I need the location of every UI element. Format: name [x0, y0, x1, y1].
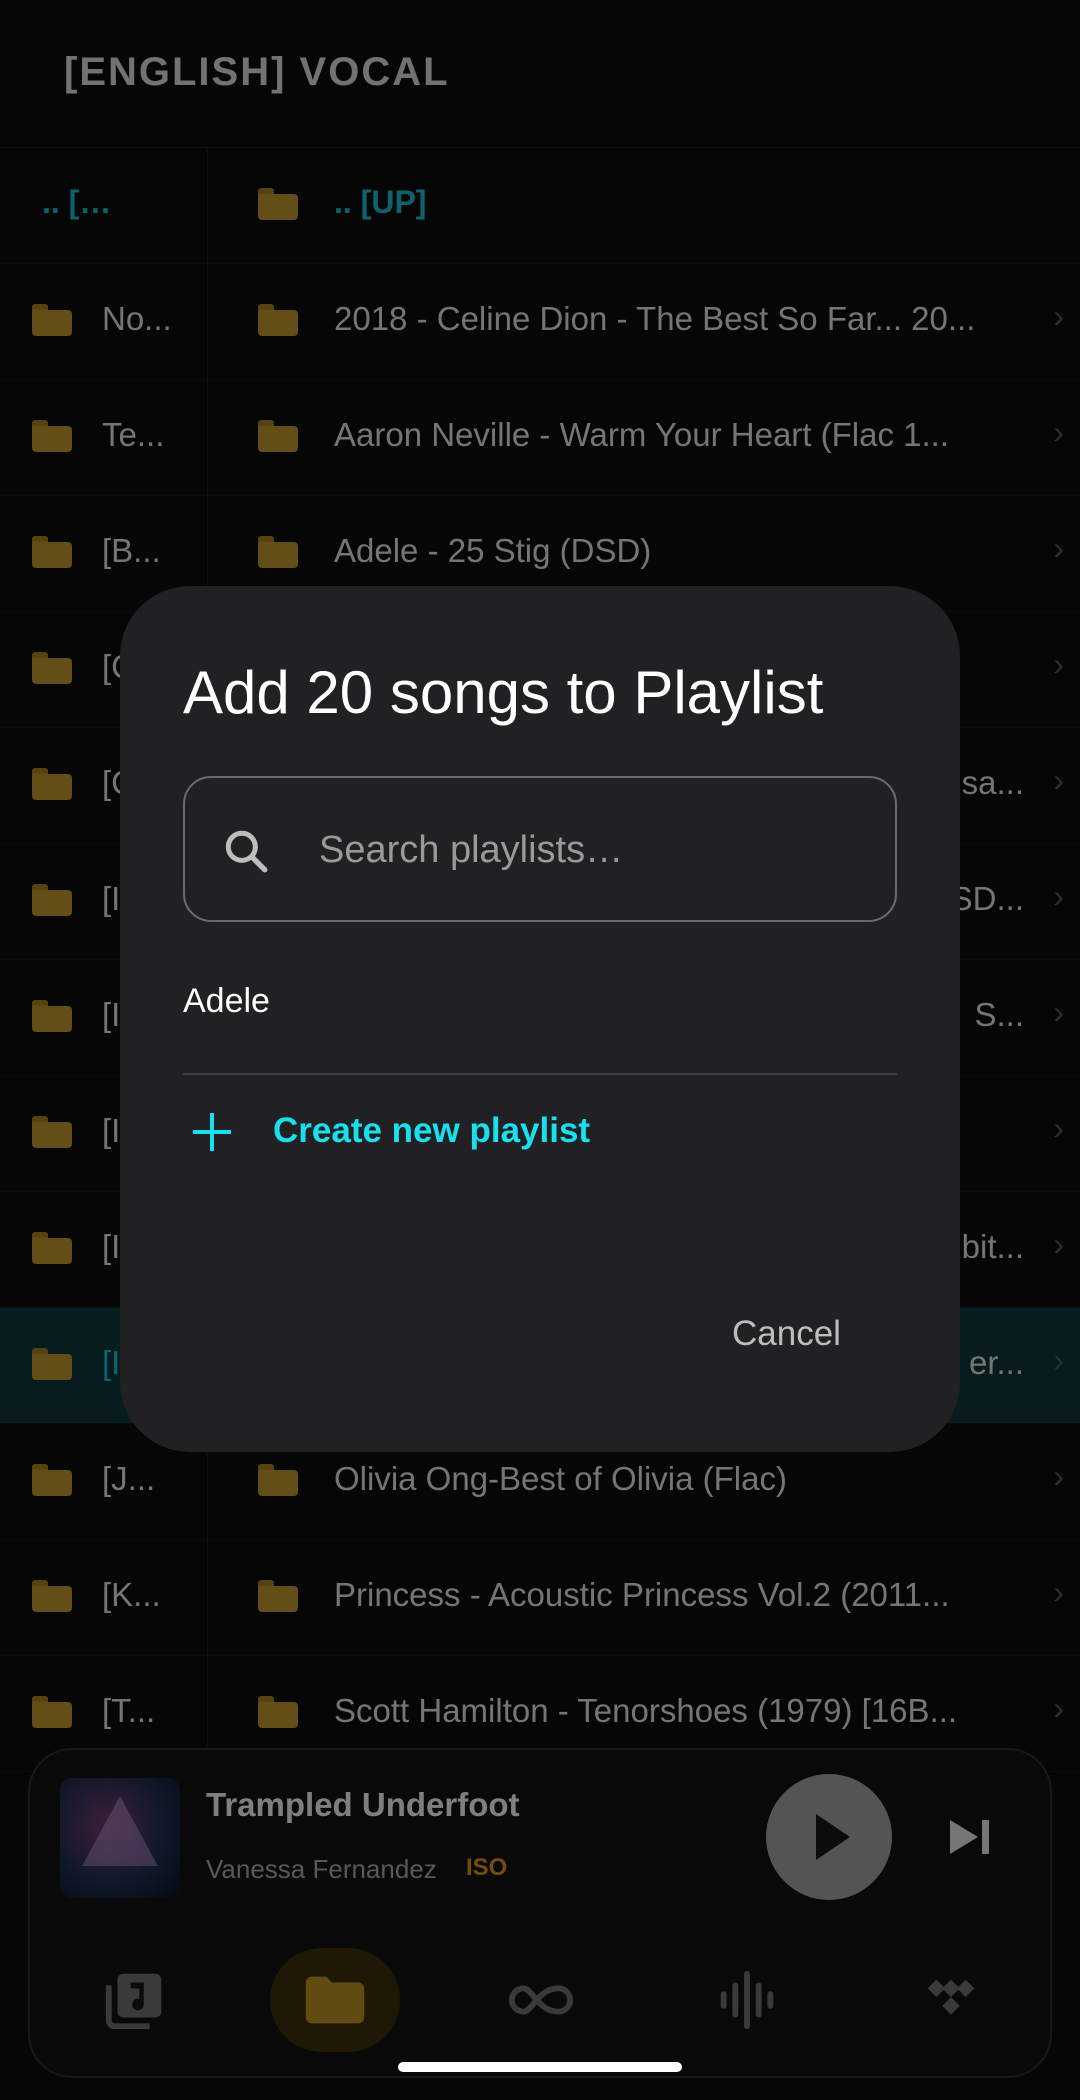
dialog-title: Add 20 songs to Playlist: [183, 659, 824, 726]
search-field[interactable]: [183, 776, 897, 922]
home-indicator[interactable]: [398, 2062, 682, 2072]
playlist-item[interactable]: Adele: [183, 958, 897, 1068]
divider: [183, 1073, 897, 1075]
search-input[interactable]: [319, 780, 879, 920]
cancel-label: Cancel: [732, 1314, 841, 1353]
create-playlist-button[interactable]: Create new playlist: [183, 1091, 683, 1177]
add-to-playlist-dialog: Add 20 songs to Playlist Adele Create ne…: [120, 586, 960, 1452]
playlist-label: Adele: [183, 982, 270, 1020]
plus-icon: [193, 1113, 231, 1151]
cancel-button[interactable]: Cancel: [718, 1296, 878, 1376]
create-playlist-label: Create new playlist: [273, 1111, 591, 1150]
search-icon: [225, 830, 268, 873]
